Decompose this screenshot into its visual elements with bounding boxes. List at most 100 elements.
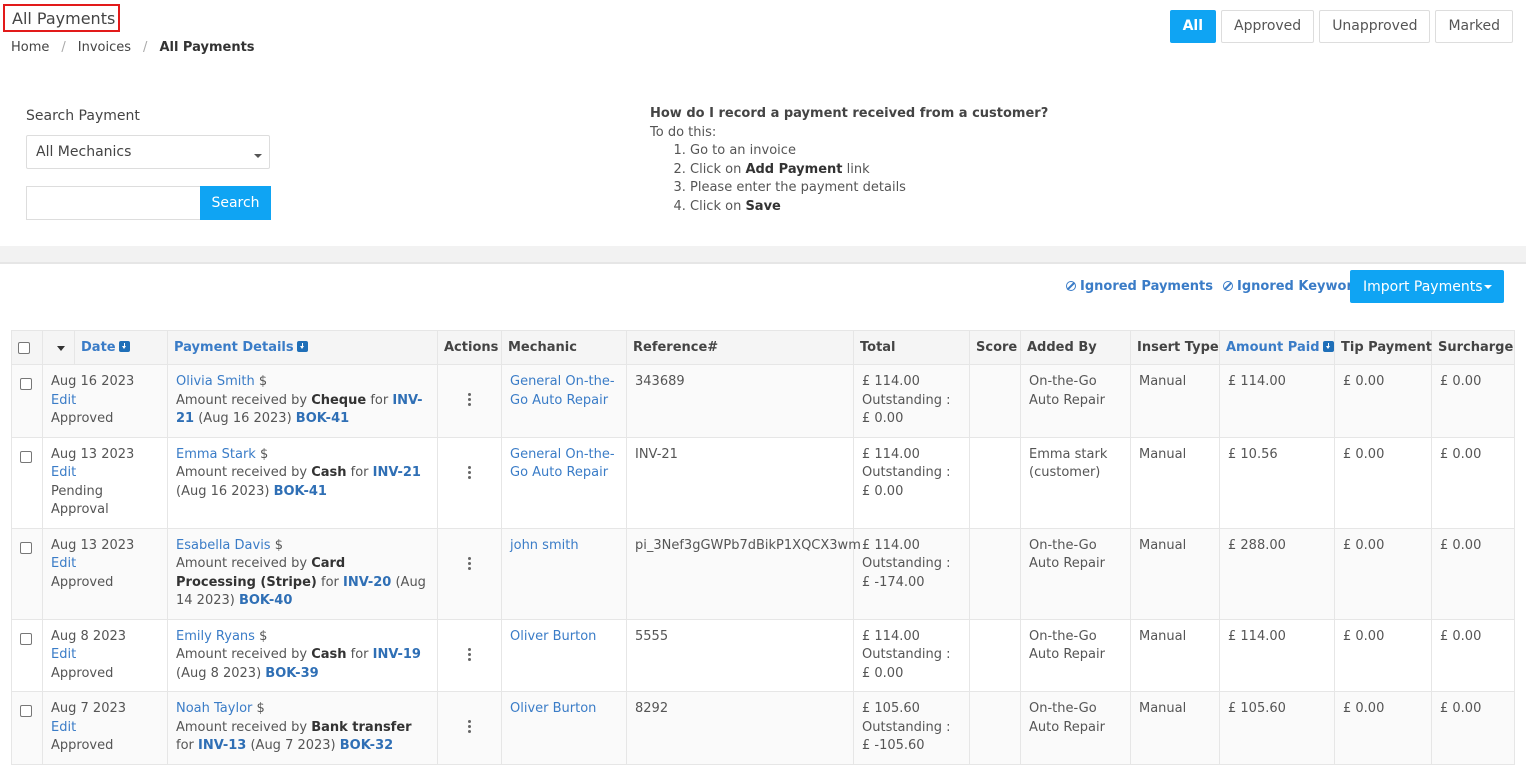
invoice-link[interactable]: INV-13 xyxy=(198,738,246,753)
payments-table: Date Payment Details Actions Mechanic Re… xyxy=(11,330,1515,765)
score-cell xyxy=(969,364,1021,438)
search-input[interactable] xyxy=(26,186,200,220)
actions-cell xyxy=(437,618,502,692)
booking-link[interactable]: BOK-41 xyxy=(296,411,349,426)
row-checkbox[interactable] xyxy=(20,378,32,390)
table-row: Aug 13 2023 Edit Pending Approval Emma S… xyxy=(11,436,1515,529)
dollar-icon: $ xyxy=(259,628,268,644)
more-vertical-icon[interactable] xyxy=(446,373,493,406)
total-value: £ 114.00 xyxy=(862,628,920,644)
invoice-link[interactable]: INV-21 xyxy=(373,465,421,480)
surcharge-cell: £ 0.00 xyxy=(1431,691,1515,765)
date-header[interactable]: Date xyxy=(74,330,168,365)
bulk-actions-cell[interactable] xyxy=(42,330,75,365)
row-checkbox[interactable] xyxy=(20,632,32,645)
amount-paid-cell: £ 288.00 xyxy=(1219,527,1335,620)
invoice-link[interactable]: INV-20 xyxy=(343,575,391,590)
mechanic-link[interactable]: john smith xyxy=(510,538,579,553)
booking-link[interactable]: BOK-41 xyxy=(274,484,327,499)
booking-link[interactable]: BOK-39 xyxy=(265,666,318,681)
edit-link[interactable]: Edit xyxy=(51,392,159,411)
payment-details-cell: Emily Ryans $ Amount received by Cash fo… xyxy=(167,618,438,692)
total-value: £ 105.60 xyxy=(862,701,920,716)
surcharge-cell: £ 0.00 xyxy=(1431,364,1515,438)
ignored-keywords-link[interactable]: Ignored Keywords xyxy=(1222,279,1370,294)
actions-header: Actions xyxy=(437,330,502,365)
insert-type-cell: Manual xyxy=(1130,618,1220,692)
tip-payment-cell: £ 0.00 xyxy=(1334,618,1432,692)
tip-payment-cell: £ 0.00 xyxy=(1334,527,1432,620)
total-cell: £ 114.00 Outstanding : £ 0.00 xyxy=(853,436,970,529)
approval-status: Approved xyxy=(51,411,114,426)
payment-details-cell: Esabella Davis $ Amount received by Card… xyxy=(167,527,438,620)
sort-icon[interactable] xyxy=(296,341,308,352)
more-vertical-icon[interactable] xyxy=(446,628,493,661)
help-intro: To do this: xyxy=(650,124,717,140)
reference-cell: 8292 xyxy=(626,691,854,765)
row-checkbox[interactable] xyxy=(20,541,32,554)
actions-cell xyxy=(437,364,502,438)
payment-date: Aug 7 2023 xyxy=(51,701,127,716)
filter-marked-button[interactable]: Marked xyxy=(1435,10,1513,43)
booking-link[interactable]: BOK-40 xyxy=(239,593,292,608)
mechanic-link[interactable]: General On-the-Go Auto Repair xyxy=(510,374,615,408)
sort-icon[interactable] xyxy=(1322,341,1334,352)
breadcrumb-home[interactable]: Home xyxy=(11,40,49,55)
score-cell xyxy=(969,436,1021,529)
amount-paid-header[interactable]: Amount Paid xyxy=(1219,330,1335,365)
help-question: How do I record a payment received from … xyxy=(650,106,1049,121)
tip-payment-header: Tip Payment xyxy=(1334,330,1432,365)
edit-link[interactable]: Edit xyxy=(51,646,159,665)
filter-approved-button[interactable]: Approved xyxy=(1221,10,1315,43)
help-steps: Go to an invoice Click on Add Payment li… xyxy=(650,142,1048,216)
mechanic-link[interactable]: Oliver Burton xyxy=(510,701,596,716)
customer-link[interactable]: Noah Taylor xyxy=(176,701,252,716)
booking-link[interactable]: BOK-32 xyxy=(340,738,393,753)
customer-link[interactable]: Esabella Davis xyxy=(176,538,271,553)
more-vertical-icon[interactable] xyxy=(446,446,493,479)
added-by-cell: On-the-Go Auto Repair xyxy=(1020,618,1131,692)
added-by-cell: On-the-Go Auto Repair xyxy=(1020,364,1131,438)
edit-link[interactable]: Edit xyxy=(51,555,159,574)
caret-down-icon[interactable] xyxy=(57,346,65,351)
edit-link[interactable]: Edit xyxy=(51,719,159,738)
filter-all-button[interactable]: All xyxy=(1169,10,1217,43)
row-checkbox[interactable] xyxy=(20,450,32,463)
caret-down-icon xyxy=(1484,285,1492,289)
more-vertical-icon[interactable] xyxy=(446,700,493,733)
select-all-checkbox[interactable] xyxy=(18,342,30,354)
approval-status: Approved xyxy=(51,665,114,681)
customer-link[interactable]: Olivia Smith xyxy=(176,374,255,389)
breadcrumb-invoices[interactable]: Invoices xyxy=(78,40,131,55)
mechanic-select-value: All Mechanics xyxy=(36,144,132,160)
mechanic-select[interactable]: All Mechanics xyxy=(26,135,270,169)
customer-link[interactable]: Emma Stark xyxy=(176,447,256,462)
mechanic-link[interactable]: Oliver Burton xyxy=(510,629,596,644)
mechanic-cell: General On-the-Go Auto Repair xyxy=(501,364,627,438)
surcharge-header: Surcharge xyxy=(1431,330,1515,365)
ban-icon xyxy=(1222,281,1233,291)
total-cell: £ 105.60 Outstanding : £ -105.60 xyxy=(853,691,970,765)
date-cell: Aug 8 2023 Edit Approved xyxy=(42,618,168,692)
chevron-down-icon xyxy=(254,154,262,158)
import-payments-button[interactable]: Import Payments xyxy=(1350,270,1504,303)
payment-date: Aug 8 2023 xyxy=(51,628,127,644)
invoice-link[interactable]: INV-19 xyxy=(373,647,421,662)
ignored-payments-link[interactable]: Ignored Payments xyxy=(1066,279,1213,294)
more-vertical-icon[interactable] xyxy=(446,537,493,570)
search-button[interactable]: Search xyxy=(200,186,271,220)
row-checkbox[interactable] xyxy=(20,705,32,717)
payment-details-header[interactable]: Payment Details xyxy=(167,330,438,365)
help-step: Click on Save xyxy=(690,198,1048,217)
edit-link[interactable]: Edit xyxy=(51,464,159,483)
surcharge-cell: £ 0.00 xyxy=(1431,436,1515,529)
sort-icon[interactable] xyxy=(118,341,130,352)
filter-unapproved-button[interactable]: Unapproved xyxy=(1319,10,1431,43)
help-text: How do I record a payment received from … xyxy=(650,105,1048,216)
score-cell xyxy=(969,691,1021,765)
customer-link[interactable]: Emily Ryans xyxy=(176,629,255,644)
payment-details-cell: Noah Taylor $ Amount received by Bank tr… xyxy=(167,691,438,765)
dollar-icon: $ xyxy=(274,537,284,553)
total-value: £ 114.00 xyxy=(862,446,920,462)
mechanic-link[interactable]: General On-the-Go Auto Repair xyxy=(510,447,615,481)
